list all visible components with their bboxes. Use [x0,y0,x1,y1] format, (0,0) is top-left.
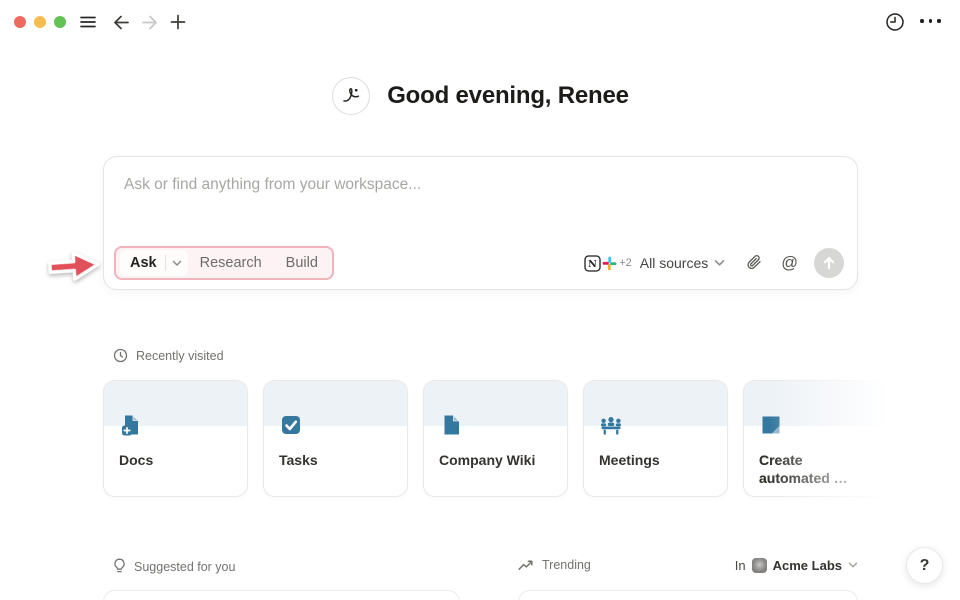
minimize-window-button[interactable] [34,16,46,28]
ask-tools: N +2 All sources @ [584,248,844,278]
forward-icon[interactable] [139,12,159,32]
help-label: ? [919,556,930,574]
ask-toolbar: Ask Research Build N +2 All sources @ [114,246,844,280]
mode-switcher-highlight: Ask Research Build [114,246,334,280]
mode-tab-build[interactable]: Build [274,255,320,271]
mode-tab-ask[interactable]: Ask [120,250,188,276]
lightbulb-icon [114,558,125,573]
workspace-selector[interactable]: In Acme Labs [735,558,858,573]
card-meetings[interactable]: Meetings [583,380,728,497]
card-docs[interactable]: Docs [103,380,248,497]
traffic-lights [14,16,66,28]
page-title: Good evening, Renee [387,82,629,109]
card-create-automated[interactable]: Create automated … [743,380,888,497]
note-icon [762,416,780,434]
workspace-logo-icon [751,558,767,573]
recently-visited-cards: Docs Tasks Company Wiki Meetings Create … [103,380,888,497]
card-company-wiki[interactable]: Company Wiki [423,380,568,497]
back-icon[interactable] [111,12,131,32]
clock-icon [113,348,128,363]
trending-card[interactable] [518,590,858,600]
recently-visited-header: Recently visited [113,348,224,363]
sources-selector[interactable]: N +2 All sources [584,254,725,272]
chevron-down-icon [714,259,725,267]
suggested-card[interactable] [103,590,460,600]
section-title: Suggested for you [134,559,236,574]
chevron-down-icon[interactable] [166,260,188,267]
all-sources-label: All sources [639,255,709,271]
ask-box: Ask Research Build N [103,156,858,290]
attach-file-icon[interactable] [745,254,763,272]
notion-ai-face-icon [343,88,360,102]
trending-icon [518,560,533,570]
svg-text:N: N [588,259,597,270]
sidebar-menu-icon[interactable] [78,12,98,32]
doc-plus-icon [122,414,139,436]
suggested-header: Suggested for you [113,558,235,575]
history-clock-icon[interactable] [885,12,905,32]
zoom-window-button[interactable] [54,16,66,28]
card-title: Tasks [279,452,318,468]
extra-sources-count: +2 [619,257,632,269]
card-title: Company Wiki [439,452,536,468]
trending-header: Trending [518,558,591,572]
mode-ask-label: Ask [130,255,157,271]
card-tasks[interactable]: Tasks [263,380,408,497]
ai-face-avatar [332,77,371,115]
section-title: Recently visited [136,348,224,363]
people-icon [601,417,621,435]
mention-icon[interactable]: @ [781,254,798,273]
notion-source-icon: N [584,254,601,272]
card-title: Create automated … [759,452,874,487]
close-window-button[interactable] [14,16,26,28]
slack-source-icon [602,256,617,270]
help-button[interactable]: ? [906,547,943,584]
mode-tab-research[interactable]: Research [188,255,274,271]
card-title: Docs [119,452,154,468]
greeting-row: Good evening, Renee [103,74,858,118]
arrow-up-icon [823,257,835,270]
section-title: Trending [542,558,591,572]
card-title: Meetings [599,452,660,468]
chevron-down-icon [848,562,858,568]
workspace-prefix: In [734,558,746,573]
app-window: Good evening, Renee Ask Research Build [0,0,960,600]
workspace-name: Acme Labs [772,558,842,573]
more-options-icon[interactable] [920,19,941,23]
new-tab-icon[interactable] [168,12,188,32]
window-titlebar [0,0,960,44]
checkbox-icon [282,416,300,434]
annotation-arrow-icon [48,251,100,281]
ask-input[interactable] [124,173,624,197]
document-icon [444,414,460,435]
submit-button[interactable] [814,248,844,278]
